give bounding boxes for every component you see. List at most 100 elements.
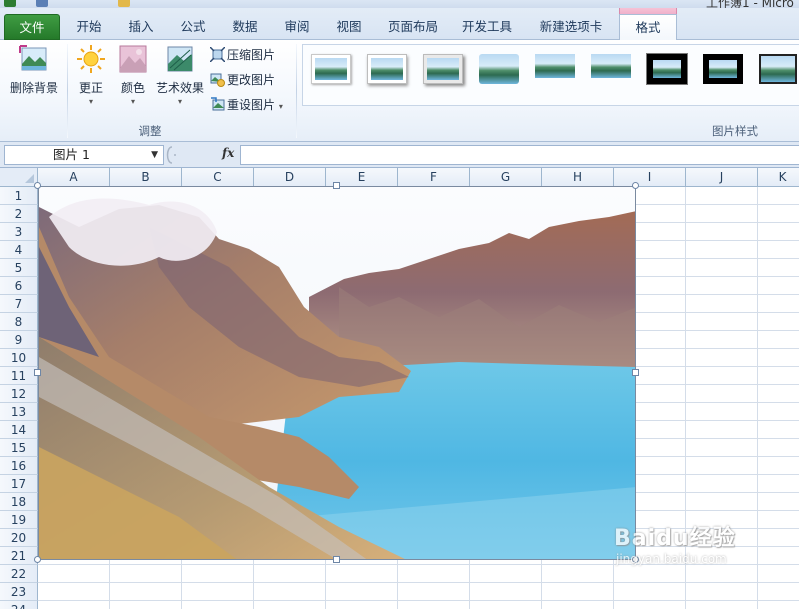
row-header-5[interactable]: 5 — [0, 259, 38, 277]
remove-background-icon — [19, 44, 49, 74]
baidu-watermark: Baidu经验 jingyan.baidu.com — [612, 518, 762, 578]
column-header-k[interactable]: K — [758, 168, 799, 187]
formula-input[interactable] — [240, 145, 799, 165]
picture-style-thin-frame[interactable] — [759, 54, 797, 84]
row-header-13[interactable]: 13 — [0, 403, 38, 421]
column-header-i[interactable]: I — [614, 168, 686, 187]
row-header-7[interactable]: 7 — [0, 295, 38, 313]
gridline-horizontal — [38, 582, 799, 583]
tab-page-layout[interactable]: 页面布局 — [380, 14, 446, 40]
ribbon-format: 删除背景 更正 ▾ 颜色 ▾ 艺术效果 ▾ 压缩图片 更改图片 重设图片 ▾ 调… — [0, 40, 799, 142]
picture-style-soft-edge[interactable] — [479, 54, 519, 84]
picture-style-simple-frame[interactable] — [311, 54, 351, 84]
row-header-22[interactable]: 22 — [0, 565, 38, 583]
resize-handle-bottom-left[interactable] — [34, 556, 41, 563]
row-header-4[interactable]: 4 — [0, 241, 38, 259]
gridline-horizontal — [38, 600, 799, 601]
picture-style-shadow[interactable] — [423, 54, 463, 84]
picture-style-thick-black[interactable] — [646, 53, 688, 85]
window-title: 工作簿1 - Micro — [706, 0, 794, 8]
row-header-16[interactable]: 16 — [0, 457, 38, 475]
save-icon[interactable] — [36, 0, 48, 7]
artistic-effects-icon — [165, 44, 195, 74]
reset-picture-label: 重设图片 — [227, 98, 276, 112]
tab-format[interactable]: 格式 — [619, 14, 677, 41]
resize-handle-right[interactable] — [632, 369, 639, 376]
color-label: 颜色 — [120, 81, 145, 95]
column-header-b[interactable]: B — [110, 168, 182, 187]
name-box[interactable]: 图片 1 ▼ — [4, 145, 164, 165]
row-header-11[interactable]: 11 — [0, 367, 38, 385]
tab-home[interactable]: 开始 — [66, 14, 112, 40]
row-header-2[interactable]: 2 — [0, 205, 38, 223]
row-header-10[interactable]: 10 — [0, 349, 38, 367]
formula-bar-handle-icon — [166, 146, 176, 164]
tab-file[interactable]: 文件 — [4, 14, 60, 40]
formula-bar: 图片 1 ▼ fx — [0, 142, 799, 168]
row-header-12[interactable]: 12 — [0, 385, 38, 403]
remove-background-label: 删除背景 — [9, 81, 58, 95]
row-header-21[interactable]: 21 — [0, 547, 38, 565]
compress-icon — [209, 46, 226, 63]
row-header-23[interactable]: 23 — [0, 583, 38, 601]
column-header-j[interactable]: J — [686, 168, 758, 187]
column-header-f[interactable]: F — [398, 168, 470, 187]
tab-view[interactable]: 视图 — [326, 14, 372, 40]
resize-handle-top-left[interactable] — [34, 182, 41, 189]
tab-new-tab[interactable]: 新建选项卡 — [530, 14, 612, 40]
column-header-h[interactable]: H — [542, 168, 614, 187]
column-header-a[interactable]: A — [38, 168, 110, 187]
row-header-1[interactable]: 1 — [0, 187, 38, 205]
chevron-down-icon[interactable]: ▼ — [151, 146, 158, 164]
color-button[interactable]: 颜色 ▾ — [114, 44, 152, 106]
row-header-6[interactable]: 6 — [0, 277, 38, 295]
row-header-20[interactable]: 20 — [0, 529, 38, 547]
artistic-effects-label: 艺术效果 — [155, 81, 204, 95]
change-picture-button[interactable]: 更改图片 — [210, 70, 275, 90]
column-header-g[interactable]: G — [470, 168, 542, 187]
tab-insert[interactable]: 插入 — [118, 14, 164, 40]
change-picture-icon — [210, 72, 225, 87]
resize-handle-top-right[interactable] — [632, 182, 639, 189]
tab-data[interactable]: 数据 — [222, 14, 268, 40]
reset-picture-button[interactable]: 重设图片 ▾ — [210, 95, 283, 115]
picture-style-reflected[interactable] — [535, 54, 575, 84]
resize-handle-top[interactable] — [333, 182, 340, 189]
tab-review[interactable]: 审阅 — [274, 14, 320, 40]
row-header-18[interactable]: 18 — [0, 493, 38, 511]
row-header-14[interactable]: 14 — [0, 421, 38, 439]
column-header-d[interactable]: D — [254, 168, 326, 187]
divider — [67, 44, 68, 138]
resize-handle-left[interactable] — [34, 369, 41, 376]
picture-style-black-frame[interactable] — [703, 54, 743, 84]
artistic-effects-button[interactable]: 艺术效果 ▾ — [152, 44, 208, 106]
picture-styles-gallery — [302, 44, 799, 106]
row-header-3[interactable]: 3 — [0, 223, 38, 241]
chevron-down-icon: ▾ — [130, 97, 135, 106]
resize-handle-bottom[interactable] — [333, 556, 340, 563]
row-header-15[interactable]: 15 — [0, 439, 38, 457]
chevron-down-icon: ▾ — [88, 97, 93, 106]
row-header-17[interactable]: 17 — [0, 475, 38, 493]
quick-access-icon[interactable] — [118, 0, 130, 7]
corrections-button[interactable]: 更正 ▾ — [70, 44, 112, 106]
remove-background-button[interactable]: 删除背景 — [6, 44, 62, 96]
row-header-8[interactable]: 8 — [0, 313, 38, 331]
picture-style-beveled[interactable] — [367, 54, 407, 84]
corrections-label: 更正 — [78, 81, 103, 95]
picture-style-reflected-2[interactable] — [591, 54, 631, 84]
row-header-9[interactable]: 9 — [0, 331, 38, 349]
select-all-button[interactable] — [0, 168, 38, 187]
column-header-c[interactable]: C — [182, 168, 254, 187]
chevron-down-icon: ▾ — [177, 97, 182, 106]
row-header-19[interactable]: 19 — [0, 511, 38, 529]
landscape-image — [39, 187, 635, 559]
compress-pictures-button[interactable]: 压缩图片 — [209, 45, 275, 65]
excel-app-icon[interactable] — [4, 0, 16, 7]
tab-formulas[interactable]: 公式 — [170, 14, 216, 40]
insert-function-button[interactable]: fx — [222, 146, 234, 160]
row-header-24[interactable]: 24 — [0, 601, 38, 609]
picture-styles-group-label: 图片样式 — [712, 124, 758, 138]
tab-developer[interactable]: 开发工具 — [454, 14, 520, 40]
inserted-picture[interactable] — [38, 186, 636, 560]
